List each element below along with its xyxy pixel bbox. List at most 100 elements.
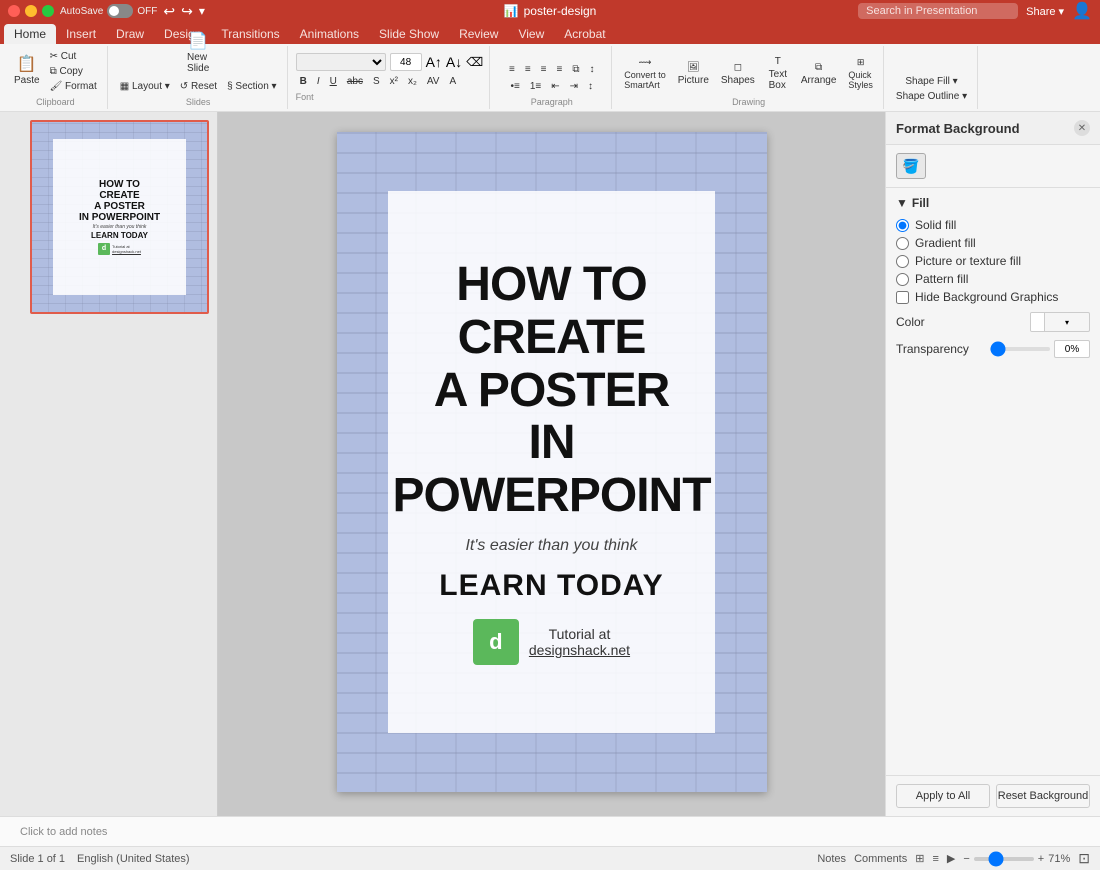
shadow-btn[interactable]: S: [369, 75, 384, 88]
shape-fill-btn[interactable]: Shape Fill ▾: [901, 75, 961, 88]
underline-btn[interactable]: U: [326, 75, 341, 88]
slide-thumb-container: 1 HOW TOCREATEA POSTERIN POWERPOINT It's…: [8, 120, 209, 314]
tab-animations[interactable]: Animations: [290, 24, 369, 44]
copy-btn[interactable]: ⧉ Copy: [46, 65, 101, 78]
pattern-fill-option[interactable]: Pattern fill: [896, 272, 1090, 286]
shape-outline-btn[interactable]: Shape Outline ▾: [892, 90, 971, 103]
redo-btn[interactable]: ↪: [181, 3, 193, 20]
autosave-toggle[interactable]: AutoSave OFF: [60, 4, 157, 18]
pattern-fill-radio[interactable]: [896, 273, 909, 286]
account-icon[interactable]: 👤: [1072, 1, 1092, 21]
para-row-2: •≡ 1≡ ⇤ ⇥ ↕: [506, 80, 597, 93]
tab-transitions[interactable]: Transitions: [211, 24, 289, 44]
font-row-2: B I U abc S x² x₂ AV A: [296, 75, 461, 88]
tab-review[interactable]: Review: [449, 24, 508, 44]
tab-slideshow[interactable]: Slide Show: [369, 24, 449, 44]
italic-btn[interactable]: I: [313, 75, 324, 88]
font-size-dec-btn[interactable]: A↓: [446, 54, 462, 70]
transparency-input[interactable]: [1054, 340, 1090, 358]
view-normal-btn[interactable]: ⊞: [915, 852, 924, 865]
tab-acrobat[interactable]: Acrobat: [554, 24, 615, 44]
quick-styles-btn[interactable]: ⊞ QuickStyles: [844, 55, 877, 92]
subscript-btn[interactable]: x₂: [404, 75, 421, 88]
close-window-btn[interactable]: [8, 5, 20, 17]
autosave-switch[interactable]: [107, 4, 133, 18]
panel-close-btn[interactable]: ✕: [1074, 120, 1090, 136]
view-slideshow-btn[interactable]: ▶: [947, 852, 955, 865]
transparency-slider[interactable]: [990, 347, 1050, 351]
shapes-btn[interactable]: ◻ Shapes: [717, 60, 759, 88]
picture-fill-option[interactable]: Picture or texture fill: [896, 254, 1090, 268]
paste-btn[interactable]: 📋 Paste: [10, 55, 44, 88]
view-outline-btn[interactable]: ≡: [932, 853, 938, 865]
clear-format-btn[interactable]: ⌫: [466, 55, 483, 69]
gradient-fill-option[interactable]: Gradient fill: [896, 236, 1090, 250]
bullet-btn[interactable]: •≡: [506, 80, 523, 93]
font-spacing-btn[interactable]: AV: [423, 75, 444, 88]
font-color-btn[interactable]: A: [445, 75, 460, 88]
ribbon-slides-row: 📄 NewSlide: [183, 32, 213, 76]
line-spacing-btn[interactable]: ↕: [584, 80, 597, 93]
bold-btn[interactable]: B: [296, 75, 311, 88]
indent-inc-btn[interactable]: ⇥: [566, 80, 582, 93]
tab-draw[interactable]: Draw: [106, 24, 154, 44]
format-painter-btn[interactable]: 🖌 Format: [46, 80, 101, 93]
comments-btn[interactable]: Comments: [854, 853, 907, 865]
solid-fill-option[interactable]: Solid fill: [896, 218, 1090, 232]
strikethrough-btn[interactable]: abc: [343, 75, 367, 88]
fit-slide-btn[interactable]: ⊡: [1078, 850, 1090, 867]
reset-btn[interactable]: ↺ Reset: [176, 80, 221, 93]
font-size-input[interactable]: [390, 53, 422, 71]
align-left-btn[interactable]: ≡: [505, 63, 519, 76]
customize-btn[interactable]: ▾: [199, 4, 205, 18]
gradient-fill-radio[interactable]: [896, 237, 909, 250]
picture-btn[interactable]: 🖼 Picture: [674, 60, 713, 88]
numbered-btn[interactable]: 1≡: [526, 80, 545, 93]
font-name-select[interactable]: [296, 53, 386, 71]
textbox-icon: T: [775, 56, 781, 67]
share-btn[interactable]: Share ▾: [1026, 5, 1064, 18]
poster-title-line4: IN POWERPOINT: [393, 416, 711, 522]
poster-white-box[interactable]: HOW TO CREATE A POSTER IN POWERPOINT It'…: [388, 191, 715, 732]
zoom-in-btn[interactable]: +: [1038, 853, 1044, 865]
undo-btn[interactable]: ↩: [163, 3, 175, 20]
arrange-btn[interactable]: ⧉ Arrange: [797, 60, 841, 88]
font-size-inc-btn[interactable]: A↑: [426, 54, 442, 70]
zoom-out-btn[interactable]: −: [963, 853, 969, 865]
tab-insert[interactable]: Insert: [56, 24, 106, 44]
align-right-btn[interactable]: ≡: [537, 63, 551, 76]
color-picker-btn[interactable]: ▾: [1030, 312, 1090, 332]
hide-bg-checkbox[interactable]: [896, 291, 909, 304]
text-dir-btn[interactable]: ↕: [585, 63, 598, 76]
search-input[interactable]: [858, 3, 1018, 19]
picture-icon: 🖼: [687, 62, 700, 73]
convert-smartart-btn[interactable]: ⟿ Convert toSmartArt: [620, 55, 670, 92]
hide-bg-option[interactable]: Hide Background Graphics: [896, 290, 1090, 304]
reset-background-btn[interactable]: Reset Background: [996, 784, 1090, 808]
notes-btn[interactable]: Notes: [817, 853, 846, 865]
cut-btn[interactable]: ✂ Cut: [46, 50, 101, 63]
indent-dec-btn[interactable]: ⇤: [547, 80, 563, 93]
tab-home[interactable]: Home: [4, 24, 56, 44]
thumb-footer-text: Tutorial at designshack.net: [112, 244, 141, 254]
layout-btn[interactable]: ▦ Layout ▾: [116, 80, 174, 93]
new-slide-btn[interactable]: 📄 NewSlide: [183, 32, 213, 76]
apply-to-all-btn[interactable]: Apply to All: [896, 784, 990, 808]
solid-fill-radio[interactable]: [896, 219, 909, 232]
cols-btn[interactable]: ⧉: [568, 63, 583, 76]
tab-view[interactable]: View: [508, 24, 554, 44]
ribbon-group-shape-fill: Shape Fill ▾ Shape Outline ▾: [886, 46, 978, 109]
minimize-window-btn[interactable]: [25, 5, 37, 17]
justify-btn[interactable]: ≡: [553, 63, 567, 76]
notes-bar[interactable]: Click to add notes: [0, 816, 1100, 846]
maximize-window-btn[interactable]: [42, 5, 54, 17]
fill-icon-btn[interactable]: 🪣: [896, 153, 926, 179]
slide-thumbnail[interactable]: HOW TOCREATEA POSTERIN POWERPOINT It's e…: [30, 120, 209, 314]
slide-canvas[interactable]: HOW TO CREATE A POSTER IN POWERPOINT It'…: [337, 132, 767, 792]
textbox-btn[interactable]: T TextBox: [763, 54, 793, 93]
align-center-btn[interactable]: ≡: [521, 63, 535, 76]
section-btn[interactable]: § Section ▾: [223, 80, 281, 93]
picture-fill-radio[interactable]: [896, 255, 909, 268]
superscript-btn[interactable]: x²: [386, 75, 402, 88]
zoom-slider[interactable]: [974, 857, 1034, 861]
